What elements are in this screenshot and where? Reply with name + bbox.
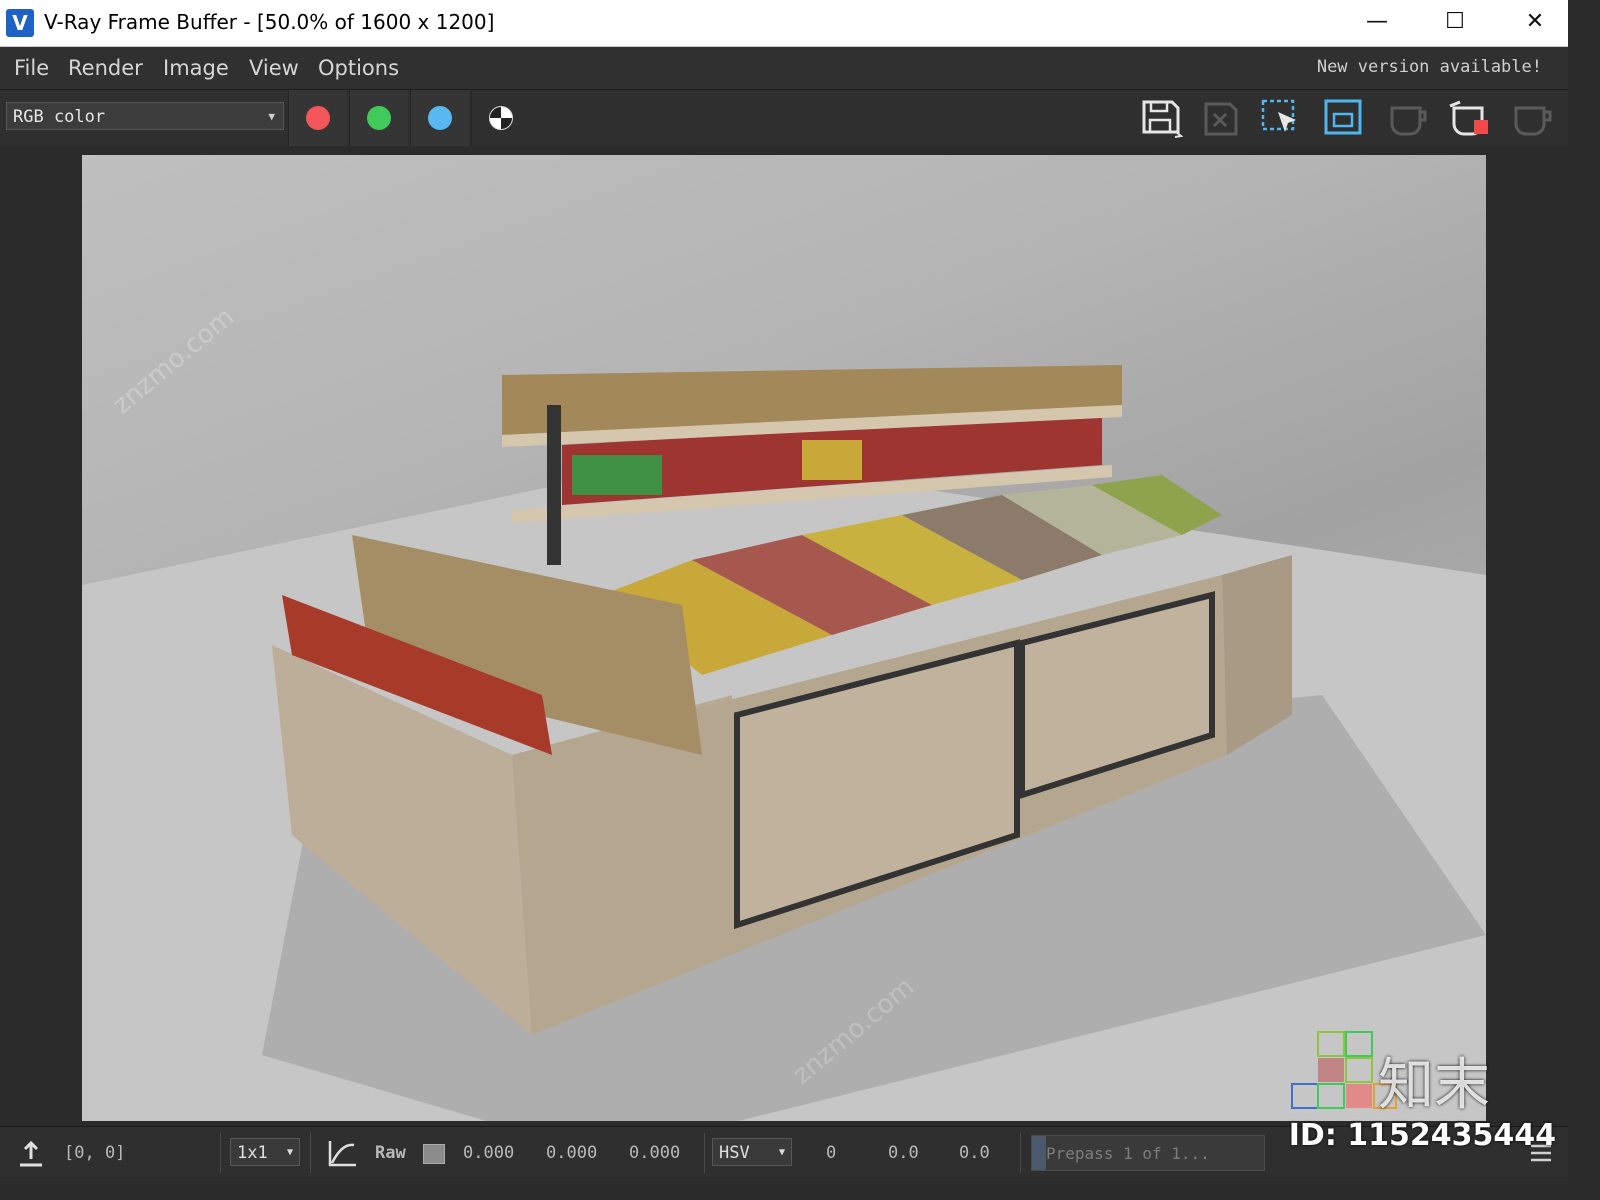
blue-channel-button[interactable] [410, 90, 469, 146]
save-icon [1142, 100, 1184, 138]
menu-bar: File Render Image View Options New versi… [0, 47, 1568, 90]
separator [704, 1133, 705, 1173]
render-last-button[interactable] [1384, 96, 1432, 140]
track-mouse-icon [1261, 99, 1296, 132]
start-interactive-icon [1449, 100, 1488, 136]
render-icon [1514, 106, 1552, 136]
separator [310, 1133, 311, 1173]
maximize-button[interactable]: ☐ [1435, 6, 1475, 38]
hsv-v-value: 0.0 [959, 1143, 990, 1163]
region-render-button[interactable] [1320, 96, 1368, 140]
interactive-render-button[interactable] [1446, 96, 1494, 140]
menu-options[interactable]: Options [318, 56, 399, 80]
red-channel-button[interactable] [288, 90, 347, 146]
channel-select[interactable]: RGB color ▼ [6, 102, 284, 130]
color-mode-value: HSV [719, 1143, 750, 1163]
menu-view[interactable]: View [249, 56, 299, 80]
toolbar: RGB color ▼ [0, 90, 1568, 146]
region-render-icon [1324, 99, 1362, 135]
green-dot-icon [367, 106, 391, 130]
clear-image-icon [1204, 102, 1238, 136]
hsv-h-value: 0 [826, 1143, 837, 1163]
color-swatch[interactable] [423, 1144, 445, 1164]
menu-render[interactable]: Render [68, 56, 143, 80]
progress-fill [1032, 1136, 1046, 1170]
raw-label: Raw [375, 1143, 406, 1163]
chevron-down-icon: ▼ [778, 1147, 785, 1158]
rgb-r-value: 0.000 [463, 1143, 515, 1163]
window-title: V-Ray Frame Buffer - [50.0% of 1600 x 12… [44, 10, 495, 34]
render-viewport[interactable]: znzmo.com znzmo.com [0, 146, 1568, 1126]
zoom-select[interactable]: 1x1 ▼ [230, 1138, 300, 1166]
chevron-down-icon: ▼ [268, 110, 275, 123]
vray-logo-icon: V [6, 9, 34, 37]
mono-dot-icon [489, 106, 513, 130]
rendered-image[interactable]: znzmo.com znzmo.com [82, 155, 1486, 1121]
menu-file[interactable]: File [14, 56, 49, 80]
watermark-id: ID: 1152435444 [1288, 1118, 1556, 1153]
clear-image-button[interactable] [1198, 96, 1246, 140]
pin-icon[interactable] [16, 1139, 46, 1171]
save-button[interactable] [1138, 96, 1186, 140]
zoom-select-value: 1x1 [237, 1143, 268, 1163]
progress-text: Prepass 1 of 1... [1046, 1144, 1210, 1163]
pixel-coords: [0, 0] [64, 1143, 126, 1163]
track-mouse-button[interactable] [1258, 96, 1306, 140]
render-last-icon [1390, 106, 1427, 136]
render-button[interactable] [1508, 96, 1556, 140]
menu-image[interactable]: Image [163, 56, 229, 80]
separator [220, 1133, 221, 1173]
color-mode-select[interactable]: HSV ▼ [712, 1138, 792, 1166]
render-progress-bar: Prepass 1 of 1... [1031, 1135, 1265, 1171]
close-button[interactable]: ✕ [1515, 6, 1555, 38]
channel-select-value: RGB color [13, 107, 106, 127]
blue-dot-icon [428, 106, 452, 130]
mono-channel-button[interactable] [471, 90, 530, 146]
hsv-s-value: 0.0 [888, 1143, 919, 1163]
red-dot-icon [306, 106, 330, 130]
watermark-brand: 知末 [1378, 1053, 1490, 1118]
minimize-button[interactable]: — [1357, 6, 1397, 38]
title-bar: V V-Ray Frame Buffer - [50.0% of 1600 x … [0, 0, 1568, 47]
curve-icon[interactable] [326, 1139, 358, 1171]
rgb-b-value: 0.000 [629, 1143, 681, 1163]
rgb-g-value: 0.000 [546, 1143, 598, 1163]
new-version-link[interactable]: New version available! [1317, 57, 1542, 77]
supermarket-shelf-render: znzmo.com znzmo.com [82, 155, 1486, 1121]
separator [1020, 1133, 1021, 1173]
chevron-down-icon: ▼ [286, 1147, 293, 1158]
green-channel-button[interactable] [349, 90, 408, 146]
